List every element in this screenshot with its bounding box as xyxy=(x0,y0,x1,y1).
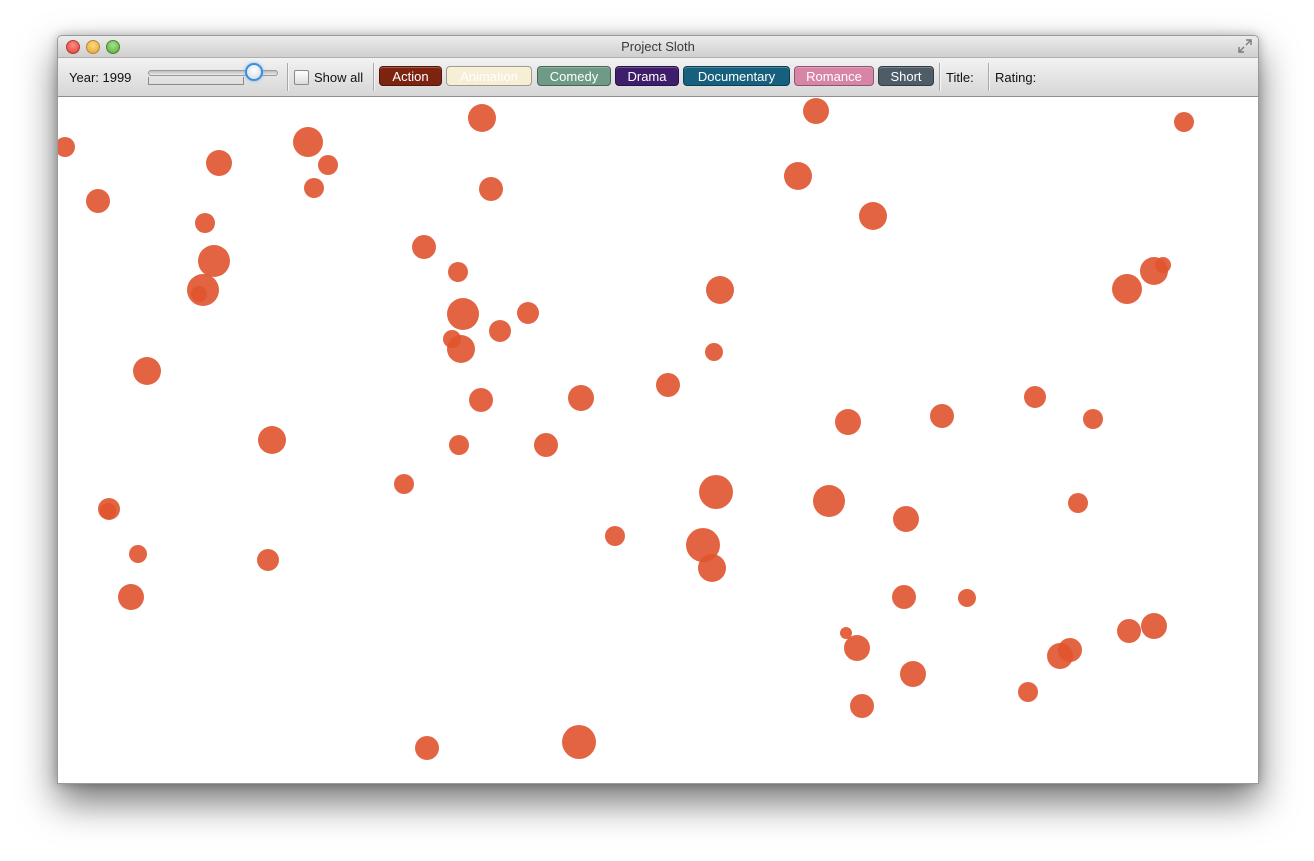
fullscreen-icon[interactable] xyxy=(1238,39,1252,53)
movie-bubble[interactable] xyxy=(100,503,116,519)
show-all-checkbox[interactable] xyxy=(294,70,309,85)
movie-bubble[interactable] xyxy=(206,150,232,176)
movie-bubble[interactable] xyxy=(1024,386,1046,408)
movie-bubble[interactable] xyxy=(1155,257,1171,273)
movie-bubble[interactable] xyxy=(813,485,845,517)
movie-bubble[interactable] xyxy=(930,404,954,428)
title-label: Title: xyxy=(946,70,974,85)
movie-bubble[interactable] xyxy=(195,213,215,233)
movie-bubble[interactable] xyxy=(489,320,511,342)
year-slider-ticks xyxy=(148,77,244,85)
movie-bubble[interactable] xyxy=(468,104,496,132)
movie-bubble[interactable] xyxy=(892,585,916,609)
genre-button-comedy[interactable]: Comedy xyxy=(537,66,611,86)
movie-bubble[interactable] xyxy=(1058,638,1082,662)
movie-bubble[interactable] xyxy=(534,433,558,457)
movie-bubble[interactable] xyxy=(1117,619,1141,643)
movie-bubble[interactable] xyxy=(1141,613,1167,639)
genre-button-drama[interactable]: Drama xyxy=(615,66,679,86)
movie-bubble[interactable] xyxy=(118,584,144,610)
movie-bubble[interactable] xyxy=(705,343,723,361)
toolbar-separator xyxy=(988,63,989,91)
show-all-label[interactable]: Show all xyxy=(314,70,363,85)
movie-bubble[interactable] xyxy=(191,286,207,302)
movie-bubble[interactable] xyxy=(568,385,594,411)
movie-bubble[interactable] xyxy=(850,694,874,718)
movie-bubble[interactable] xyxy=(318,155,338,175)
movie-bubble[interactable] xyxy=(1068,493,1088,513)
movie-bubble[interactable] xyxy=(699,475,733,509)
movie-bubble[interactable] xyxy=(859,202,887,230)
movie-bubble[interactable] xyxy=(133,357,161,385)
movie-bubble[interactable] xyxy=(129,545,147,563)
movie-bubble[interactable] xyxy=(449,435,469,455)
movie-bubble-canvas[interactable] xyxy=(58,97,1258,783)
movie-bubble[interactable] xyxy=(958,589,976,607)
movie-bubble[interactable] xyxy=(447,335,475,363)
genre-button-romance[interactable]: Romance xyxy=(794,66,874,86)
movie-bubble[interactable] xyxy=(605,526,625,546)
genre-button-animation[interactable]: Animation xyxy=(446,66,532,86)
movie-bubble[interactable] xyxy=(86,189,110,213)
rating-label: Rating: xyxy=(995,70,1037,85)
movie-bubble[interactable] xyxy=(479,177,503,201)
window-title: Project Sloth xyxy=(621,39,695,54)
movie-bubble[interactable] xyxy=(394,474,414,494)
movie-bubble[interactable] xyxy=(412,235,436,259)
bubble-plot[interactable] xyxy=(58,97,1258,783)
movie-bubble[interactable] xyxy=(656,373,680,397)
movie-bubble[interactable] xyxy=(1174,112,1194,132)
movie-bubble[interactable] xyxy=(784,162,812,190)
movie-bubble[interactable] xyxy=(1018,682,1038,702)
toolbar-separator xyxy=(373,63,374,91)
genre-button-action[interactable]: Action xyxy=(379,66,442,86)
movie-bubble[interactable] xyxy=(1112,274,1142,304)
year-slider-thumb[interactable] xyxy=(245,63,263,81)
movie-bubble[interactable] xyxy=(835,409,861,435)
movie-bubble[interactable] xyxy=(517,302,539,324)
app-window: Project Sloth Year: 1999 Show all Action… xyxy=(57,35,1259,784)
movie-bubble[interactable] xyxy=(469,388,493,412)
movie-bubble[interactable] xyxy=(58,137,75,157)
movie-bubble[interactable] xyxy=(448,262,468,282)
movie-bubble[interactable] xyxy=(803,98,829,124)
genre-button-documentary[interactable]: Documentary xyxy=(683,66,790,86)
movie-bubble[interactable] xyxy=(293,127,323,157)
movie-bubble[interactable] xyxy=(706,276,734,304)
movie-bubble[interactable] xyxy=(304,178,324,198)
genre-button-short[interactable]: Short xyxy=(878,66,934,86)
movie-bubble[interactable] xyxy=(447,298,479,330)
movie-bubble[interactable] xyxy=(1083,409,1103,429)
movie-bubble[interactable] xyxy=(844,635,870,661)
movie-bubble[interactable] xyxy=(258,426,286,454)
movie-bubble[interactable] xyxy=(257,549,279,571)
movie-bubble[interactable] xyxy=(198,245,230,277)
movie-bubble[interactable] xyxy=(900,661,926,687)
year-label: Year: 1999 xyxy=(69,70,132,85)
movie-bubble[interactable] xyxy=(698,554,726,582)
movie-bubble[interactable] xyxy=(893,506,919,532)
movie-bubble[interactable] xyxy=(415,736,439,760)
title-bar: Project Sloth xyxy=(58,36,1258,58)
toolbar-separator xyxy=(939,63,940,91)
toolbar: Year: 1999 Show all Action Animation Comed… xyxy=(58,58,1258,97)
movie-bubble[interactable] xyxy=(562,725,596,759)
toolbar-separator xyxy=(287,63,288,91)
